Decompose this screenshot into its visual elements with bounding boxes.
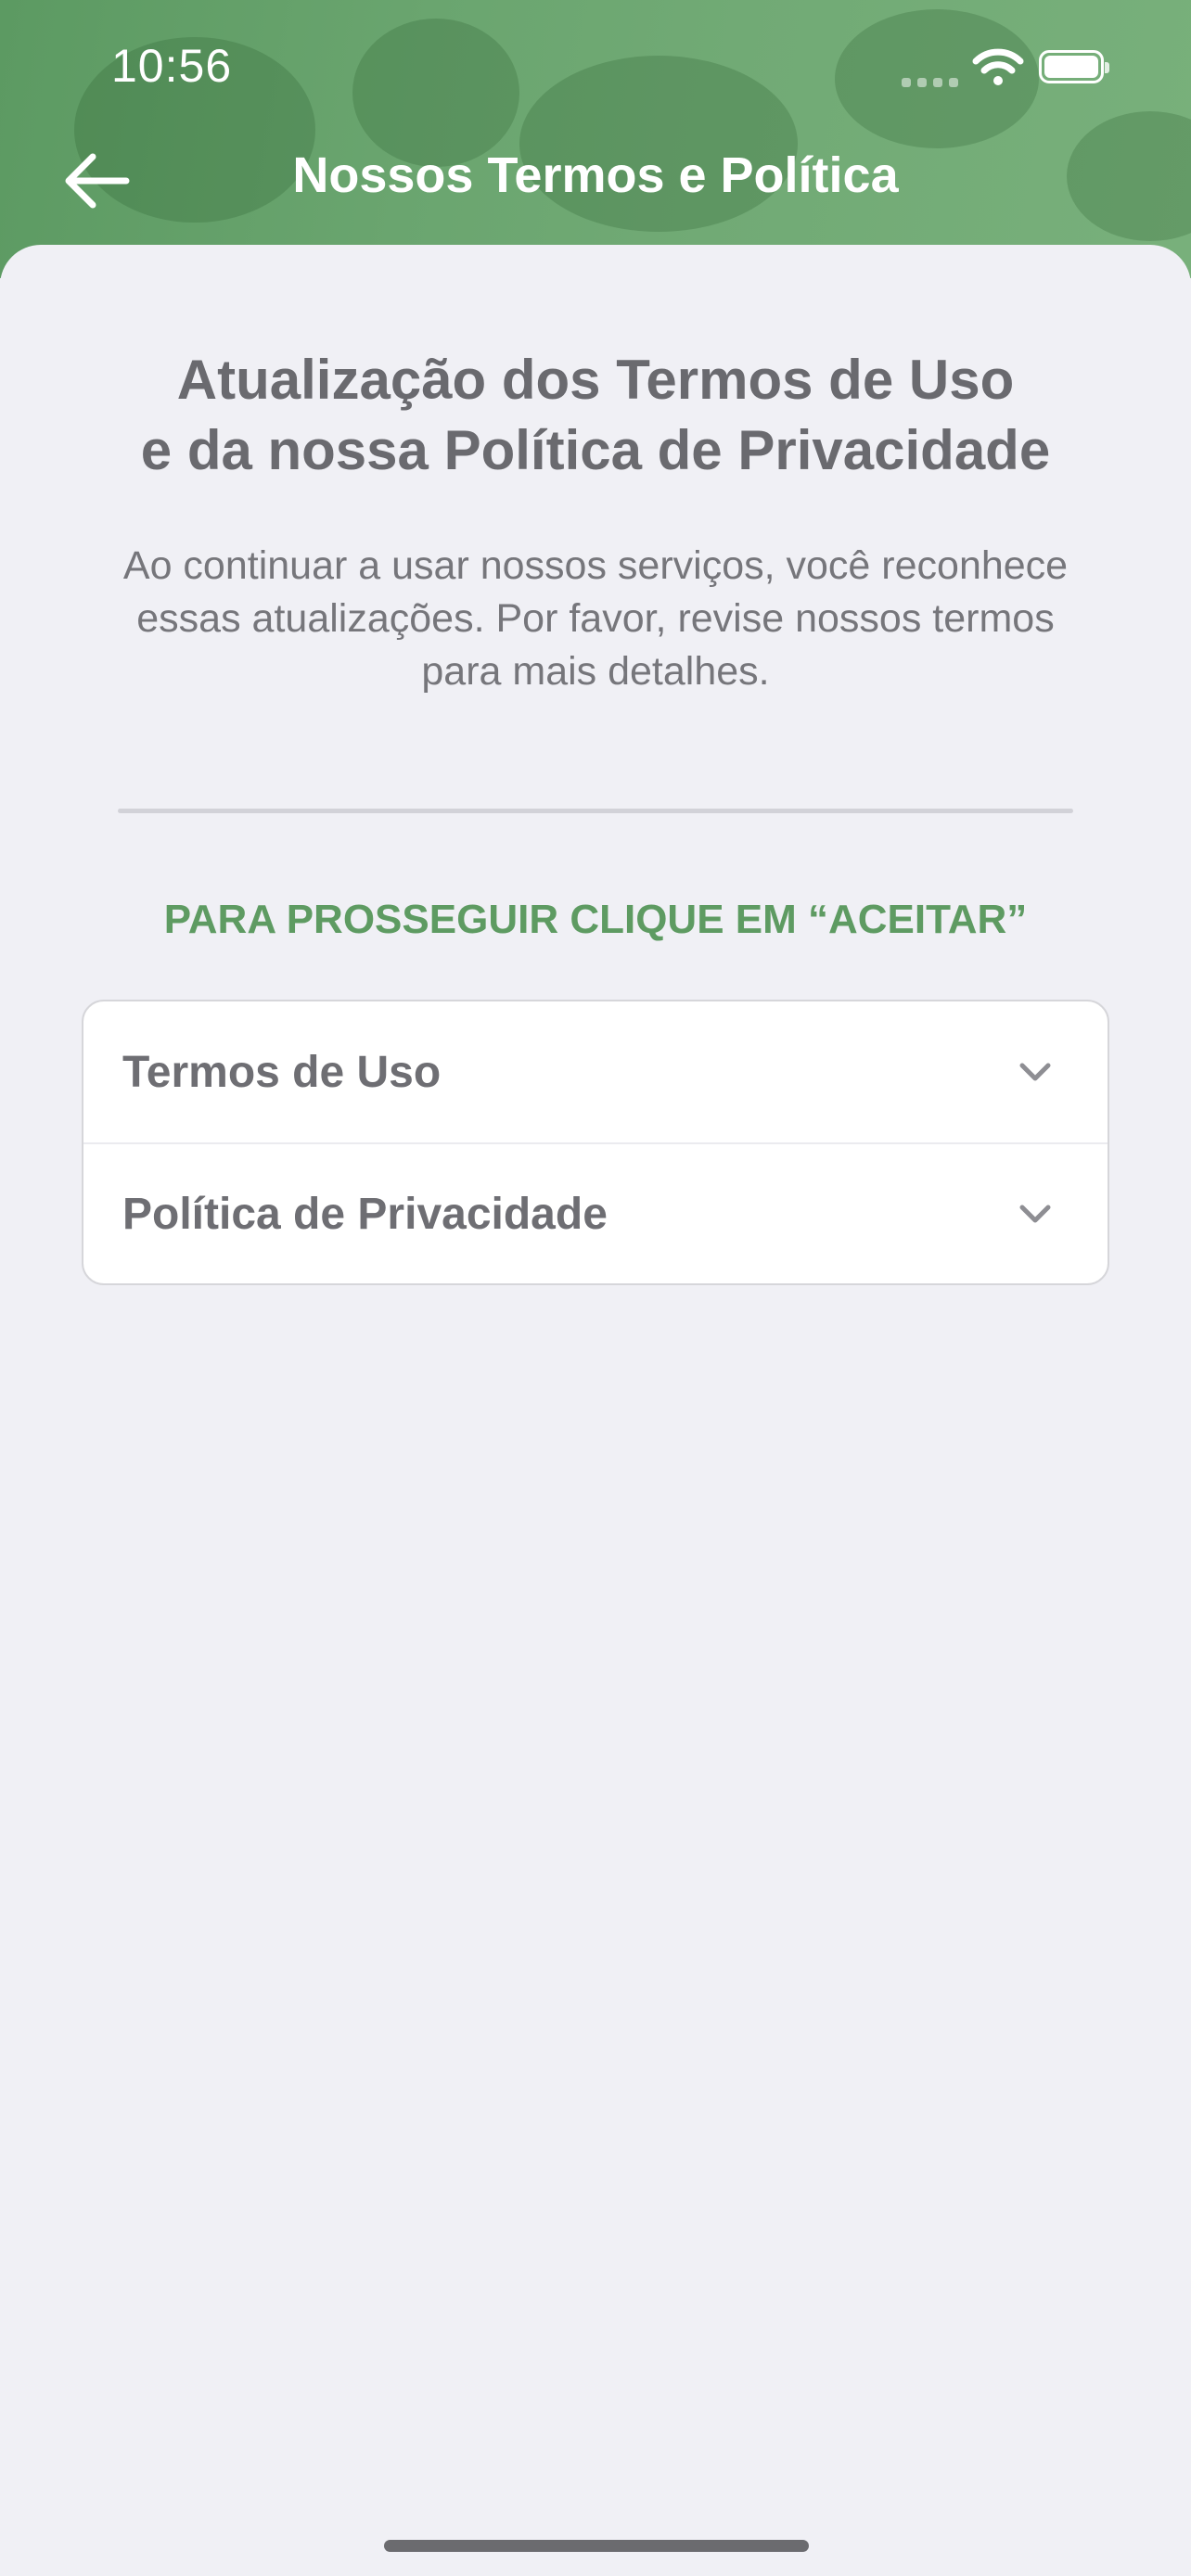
accordion-item-label: Política de Privacidade: [122, 1189, 608, 1239]
accordion-item-terms-of-use[interactable]: Termos de Uso: [83, 1001, 1108, 1142]
page-title: Nossos Termos e Política: [292, 147, 899, 203]
update-description: Ao continuar a usar nossos serviços, voc…: [122, 543, 1069, 694]
chevron-down-icon: [1019, 1205, 1051, 1223]
wifi-icon: [972, 48, 1024, 85]
content-sheet: Atualização dos Termos de Uso e da nossa…: [0, 245, 1191, 2576]
status-bar: 10:56: [0, 0, 1191, 130]
chevron-down-icon: [1019, 1063, 1051, 1081]
header-background: 10:56 Nossos Termos e Política: [0, 0, 1191, 278]
status-time: 10:56: [111, 40, 233, 92]
update-title: Atualização dos Termos de Uso e da nossa…: [140, 349, 1051, 481]
accept-instruction: PARA PROSSEGUIR CLIQUE EM “ACEITAR”: [163, 897, 1028, 942]
accordion-item-label: Termos de Uso: [122, 1047, 442, 1097]
terms-accordion: Termos de Uso Política de Privacidade: [82, 1000, 1109, 1285]
accordion-item-privacy-policy[interactable]: Política de Privacidade: [83, 1142, 1108, 1283]
home-indicator[interactable]: [384, 2540, 809, 2552]
divider: [118, 809, 1073, 813]
battery-icon: [1039, 50, 1109, 83]
cellular-signal-icon: [902, 78, 958, 87]
